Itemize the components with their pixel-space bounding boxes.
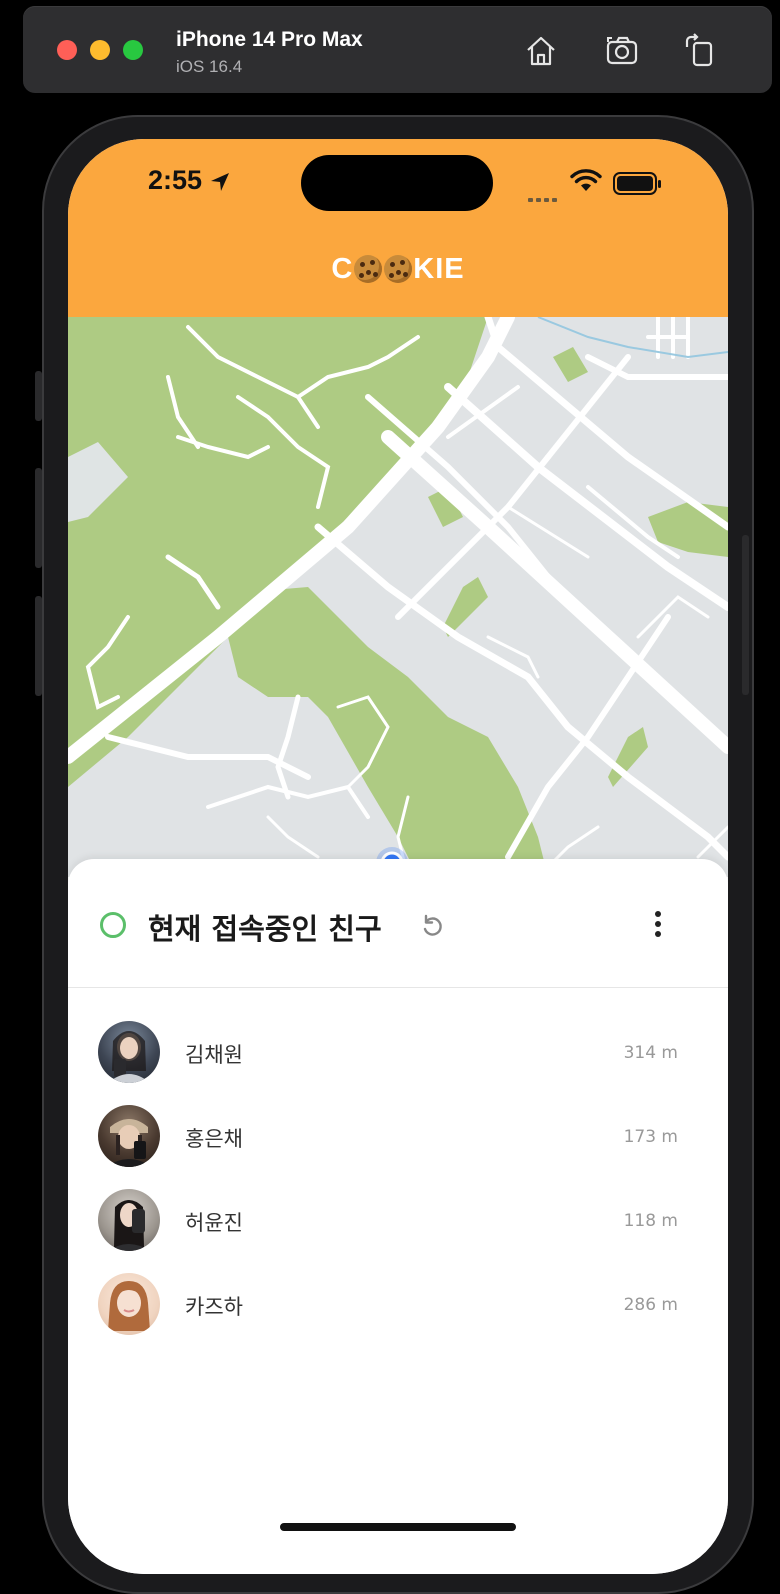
status-time: 2:55	[148, 165, 203, 195]
friend-distance: 173 m	[623, 1127, 678, 1147]
friend-name: 허윤진	[185, 1211, 243, 1235]
friend-distance: 286 m	[623, 1295, 678, 1315]
friend-list-item[interactable]: 김채원 314 m	[68, 1019, 728, 1089]
app-title-prefix: C	[331, 253, 354, 285]
friend-name: 홍은채	[185, 1127, 243, 1151]
volume-up-button	[35, 468, 42, 568]
action-button	[35, 371, 42, 421]
avatar	[98, 1105, 160, 1167]
divider	[68, 987, 728, 988]
power-button	[742, 535, 749, 695]
friend-distance: 118 m	[623, 1211, 678, 1231]
friend-list-item[interactable]: 허윤진 118 m	[68, 1187, 728, 1257]
friend-list-item[interactable]: 홍은채 173 m	[68, 1103, 728, 1173]
simulator-toolbar: iPhone 14 Pro Max iOS 16.4	[23, 6, 772, 93]
map-view[interactable]	[68, 310, 728, 879]
friends-bottom-sheet: 현재 접속중인 친구 김채원 314 m 홍은채 173 m 허윤진 118 m…	[68, 859, 728, 1574]
refresh-icon[interactable]	[419, 913, 445, 939]
home-icon[interactable]	[523, 33, 559, 69]
sheet-title: 현재 접속중인 친구	[148, 912, 382, 946]
wifi-icon	[570, 169, 602, 191]
zoom-window-button[interactable]	[123, 40, 143, 60]
friend-list-item[interactable]: 카즈하 286 m	[68, 1271, 728, 1341]
dynamic-island	[301, 155, 493, 211]
avatar	[98, 1021, 160, 1083]
cookie-icon	[354, 255, 383, 283]
home-indicator[interactable]	[280, 1523, 516, 1531]
location-arrow-icon	[211, 173, 229, 191]
avatar	[98, 1273, 160, 1335]
rotate-icon[interactable]	[681, 33, 717, 69]
friend-name: 김채원	[185, 1043, 243, 1067]
more-options-icon[interactable]	[653, 911, 663, 941]
friend-distance: 314 m	[623, 1043, 678, 1063]
battery-icon	[613, 172, 661, 195]
device-name: iPhone 14 Pro Max	[176, 28, 363, 51]
map-tiles	[68, 310, 728, 879]
app-title: C KIE	[68, 253, 728, 286]
close-window-button[interactable]	[57, 40, 77, 60]
phone-screen: 2:55 C KIE 현재 접속중인 친구 김채원 314 m 홍은채 173 …	[68, 139, 728, 1574]
friend-name: 카즈하	[185, 1295, 243, 1319]
app-header: 2:55 C KIE	[68, 139, 728, 317]
cellular-signal-icon	[528, 187, 560, 206]
avatar	[98, 1189, 160, 1251]
screenshot-icon[interactable]	[605, 33, 641, 69]
online-status-icon	[100, 912, 126, 938]
cookie-icon	[384, 255, 413, 283]
volume-down-button	[35, 596, 42, 696]
minimize-window-button[interactable]	[90, 40, 110, 60]
app-title-suffix: KIE	[413, 253, 465, 285]
os-version: iOS 16.4	[176, 57, 243, 76]
